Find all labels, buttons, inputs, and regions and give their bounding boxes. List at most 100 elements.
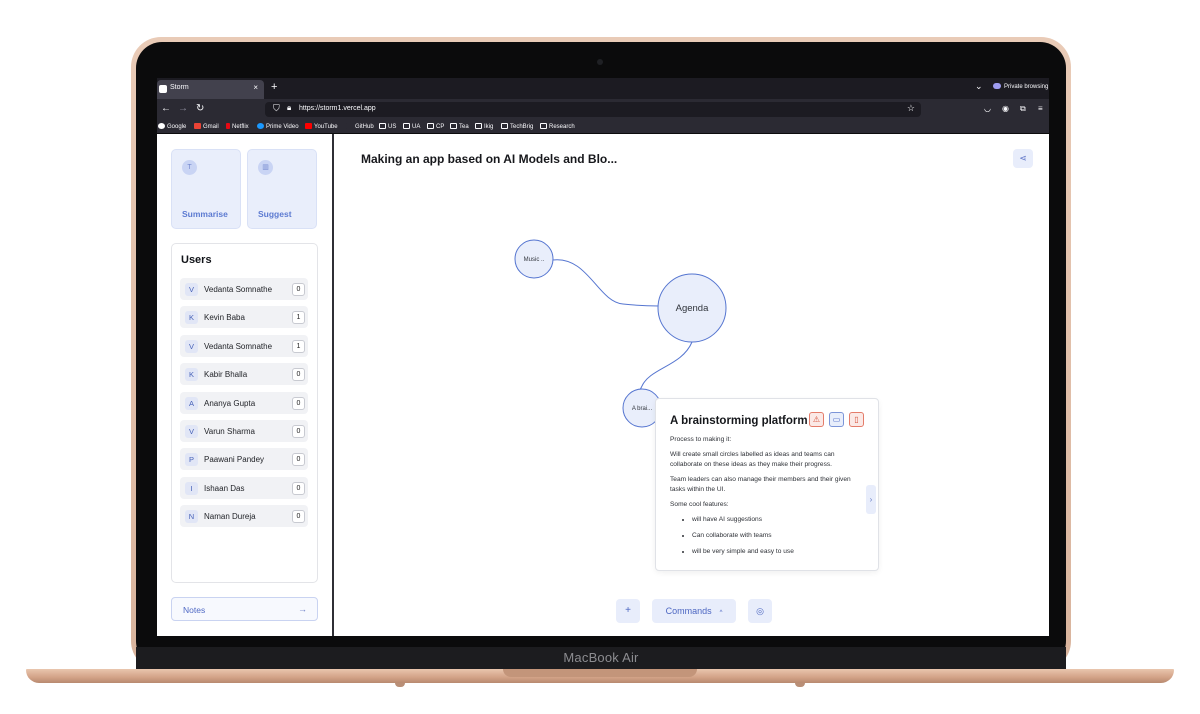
user-count-badge: 1 — [292, 339, 305, 353]
user-avatar: K — [185, 368, 198, 382]
pocket-icon[interactable]: ◡ — [984, 104, 991, 113]
tab-title: Storm — [170, 84, 189, 91]
user-name: Naman Dureja — [204, 512, 256, 522]
user-name: Vedanta Somnathe — [204, 341, 273, 351]
user-row[interactable]: V Vedanta Somnathe 0 — [180, 278, 308, 300]
suggest-button[interactable]: ▥ Suggest — [247, 149, 317, 229]
bookmark-folder-us[interactable]: US — [379, 123, 396, 130]
main-area: Music .. Agenda A brai... Making an app … — [336, 134, 1049, 636]
lock-icon[interactable]: 🔒︎ — [287, 103, 291, 113]
summarise-button[interactable]: T Summarise — [171, 149, 241, 229]
menu-icon[interactable]: ≡ — [1038, 104, 1043, 113]
browser-tab-bar: Storm × + ⌄ Private browsing — [157, 78, 1049, 99]
profile-button[interactable]: ◎ — [748, 599, 772, 623]
warning-button[interactable]: ⚠ — [809, 412, 824, 427]
private-browsing-label: Private browsing — [1004, 84, 1049, 90]
folder-icon — [379, 123, 386, 129]
user-name: Kabir Bhalla — [204, 370, 248, 380]
bookmark-label: US — [388, 124, 397, 130]
youtube-icon — [305, 123, 312, 129]
popup-body: Process to making it: Will create small … — [670, 435, 866, 563]
close-tab-icon[interactable]: × — [253, 83, 258, 92]
user-row[interactable]: N Naman Dureja 0 — [180, 505, 308, 528]
user-name: Varun Sharma — [204, 427, 255, 436]
user-count-badge: 0 — [292, 453, 305, 467]
user-row[interactable]: A Ananya Gupta 0 — [180, 391, 308, 414]
tab-list-chevron-icon[interactable]: ⌄ — [975, 81, 983, 92]
edge-music-agenda — [552, 259, 660, 307]
users-panel: Users V Vedanta Somnathe 0 K Kevin Baba 1 V Ved… — [171, 243, 318, 583]
browser-tab[interactable]: Storm × — [157, 80, 264, 99]
bookmark-folder-research[interactable]: Research — [540, 123, 575, 130]
delete-button[interactable]: ▯ — [849, 412, 864, 427]
summarise-label: Summarise — [182, 209, 228, 219]
user-row[interactable]: K Kevin Baba 1 — [180, 306, 308, 329]
user-row[interactable]: V Vedanta Somnathe 1 — [180, 334, 308, 357]
laptop-foot — [795, 683, 805, 687]
bookmark-github[interactable]: GitHub — [346, 123, 374, 130]
commands-button[interactable]: Commands ^ — [652, 599, 736, 623]
user-name: Paawani Pandey — [204, 455, 265, 465]
prime-video-icon — [257, 123, 264, 129]
bookmark-folder-ikig[interactable]: Ikig — [475, 123, 493, 130]
github-icon — [346, 123, 353, 129]
share-button[interactable]: ⋖ — [1013, 149, 1033, 168]
notes-button[interactable]: Notes → — [171, 597, 318, 621]
bookmark-folder-ua[interactable]: UA — [403, 123, 420, 130]
reload-icon[interactable]: ↻ — [196, 103, 204, 114]
commands-label: Commands — [665, 606, 712, 616]
bookmark-folder-tea[interactable]: Tea — [450, 123, 469, 130]
forward-arrow-icon[interactable]: → — [178, 103, 188, 114]
node-agenda-label: Agenda — [676, 303, 709, 314]
bookmark-label: Netflix — [232, 124, 249, 130]
popup-paragraph: Team leaders can also manage their membe… — [670, 476, 851, 493]
bookmark-label: Ikig — [484, 124, 494, 130]
node-brainstorm-label: A brai... — [632, 406, 653, 412]
text-icon: T — [182, 160, 197, 175]
user-avatar: P — [185, 453, 198, 467]
new-tab-button[interactable]: + — [271, 81, 277, 93]
url-text[interactable]: https://storm1.vercel.app — [299, 105, 376, 112]
user-row[interactable]: I Ishaan Das 0 — [180, 476, 308, 499]
popup-title: A brainstorming platform — [670, 415, 808, 427]
bookmark-folder-cp[interactable]: CP — [427, 123, 444, 130]
bookmark-google[interactable]: Google — [158, 123, 186, 130]
back-arrow-icon[interactable]: ← — [161, 103, 171, 114]
user-count-badge: 0 — [292, 368, 305, 382]
bookmark-netflix[interactable]: Netflix — [226, 123, 249, 130]
bookmark-label: YouTube — [314, 124, 338, 130]
folder-icon — [501, 123, 508, 129]
address-bar[interactable]: ⛉ 🔒︎ https://storm1.vercel.app ☆ — [265, 102, 921, 117]
warning-icon: ⚠ — [812, 415, 821, 424]
arrow-right-icon: → — [298, 604, 307, 614]
user-row[interactable]: V Varun Sharma 0 — [180, 420, 308, 442]
user-name: Ishaan Das — [204, 483, 245, 493]
comment-button[interactable]: ▭ — [829, 412, 844, 427]
gmail-icon — [194, 123, 201, 129]
user-avatar: A — [185, 396, 198, 410]
extensions-icon[interactable]: ⧉ — [1020, 104, 1026, 114]
bookmark-youtube[interactable]: YouTube — [305, 123, 338, 130]
user-row[interactable]: P Paawani Pandey 0 — [180, 448, 308, 471]
account-icon[interactable]: ◉ — [1002, 104, 1009, 113]
bookmark-label: UA — [412, 124, 421, 130]
popup-paragraph: Some cool features: — [670, 501, 729, 508]
bookmark-prime-video[interactable]: Prime Video — [257, 123, 299, 130]
list-item: Can collaborate with teams — [692, 531, 866, 541]
folder-icon — [475, 123, 482, 129]
user-row[interactable]: K Kabir Bhalla 0 — [180, 363, 308, 386]
trash-icon: ▯ — [854, 415, 859, 424]
user-count-badge: 0 — [292, 283, 305, 296]
suggest-label: Suggest — [258, 209, 292, 219]
add-node-button[interactable]: + — [616, 599, 640, 623]
bookmark-folder-techbrig[interactable]: TechBrig — [501, 123, 533, 130]
tracking-shield-icon[interactable]: ⛉ — [273, 103, 280, 114]
chart-icon: ▥ — [258, 160, 273, 175]
bookmark-star-icon[interactable]: ☆ — [907, 103, 915, 114]
users-heading: Users — [181, 254, 212, 266]
next-button[interactable]: › — [866, 485, 876, 514]
sidebar: T Summarise ▥ Suggest Users V Vedanta Som… — [157, 134, 334, 636]
list-item: will be very simple and easy to use — [692, 547, 866, 557]
device-brand: MacBook Air — [563, 650, 639, 665]
bookmark-gmail[interactable]: Gmail — [194, 123, 219, 130]
